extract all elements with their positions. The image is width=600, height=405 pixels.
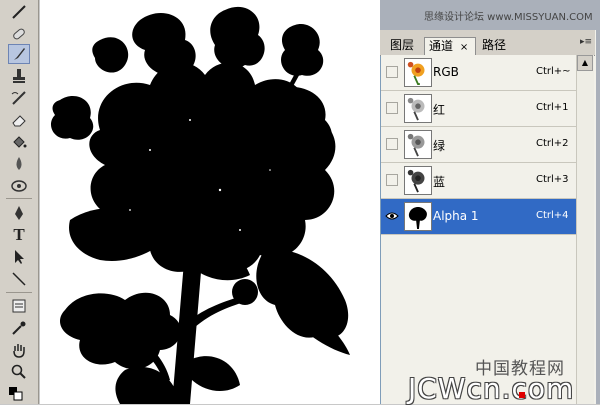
channel-row-red[interactable]: 红 Ctrl+1 <box>381 91 576 127</box>
history-brush-icon[interactable] <box>8 88 30 108</box>
channel-shortcut: Ctrl+1 <box>536 102 569 113</box>
visibility-toggle[interactable] <box>386 66 398 78</box>
channel-row-blue[interactable]: 蓝 Ctrl+3 <box>381 163 576 199</box>
notes-icon[interactable] <box>8 296 30 316</box>
line-icon[interactable] <box>8 269 30 289</box>
document-canvas[interactable] <box>40 0 380 404</box>
channel-name: 蓝 <box>433 175 446 189</box>
channel-name: 红 <box>433 103 446 117</box>
path-select-icon[interactable] <box>8 247 30 267</box>
flower-silhouette-image <box>50 6 350 404</box>
toolbar-divider <box>6 292 32 293</box>
channel-thumbnail <box>404 94 432 123</box>
type-icon[interactable]: T <box>8 225 30 245</box>
tab-close-icon[interactable]: × <box>460 42 468 53</box>
zoom-icon[interactable] <box>8 362 30 382</box>
healing-brush-icon[interactable] <box>8 24 30 44</box>
eyedropper-icon[interactable] <box>8 318 30 338</box>
channel-thumbnail <box>404 130 432 159</box>
channel-name: 绿 <box>433 139 446 153</box>
toolbar-divider <box>6 198 32 199</box>
tools-panel: T <box>0 0 39 404</box>
blur-icon[interactable] <box>8 154 30 174</box>
channel-thumbnail <box>404 202 432 231</box>
scroll-up-arrow-icon[interactable]: ▲ <box>577 55 593 71</box>
tab-channels-label: 通道 <box>429 39 454 53</box>
tab-channels[interactable]: 通道 × <box>424 37 476 56</box>
visibility-toggle[interactable] <box>386 138 398 150</box>
channel-name: Alpha 1 <box>433 209 479 223</box>
watermark-en: JCWcn.com <box>408 372 575 405</box>
tab-paths[interactable]: 路径 <box>478 37 510 54</box>
paint-bucket-icon[interactable] <box>8 132 30 152</box>
channel-thumbnail <box>404 58 432 87</box>
color-swatch-icon[interactable] <box>5 384 27 404</box>
channel-row-green[interactable]: 绿 Ctrl+2 <box>381 127 576 163</box>
channel-shortcut: Ctrl+4 <box>536 210 569 221</box>
panel-menu-icon[interactable]: ▸≡ <box>580 37 592 47</box>
pen-icon[interactable] <box>8 203 30 223</box>
dodge-icon[interactable] <box>8 176 30 196</box>
tab-layers[interactable]: 图层 <box>386 37 418 54</box>
panel-tabs: 图层 通道 × 路径 <box>380 36 595 56</box>
eye-icon[interactable] <box>385 210 399 222</box>
brush-icon[interactable] <box>8 44 30 64</box>
channel-shortcut: Ctrl+2 <box>536 138 569 149</box>
channel-name: RGB <box>433 65 459 79</box>
visibility-toggle[interactable] <box>386 102 398 114</box>
visibility-toggle[interactable] <box>386 174 398 186</box>
stamp-icon[interactable] <box>8 66 30 86</box>
eraser-icon[interactable] <box>8 110 30 130</box>
channel-thumbnail <box>404 166 432 195</box>
channel-shortcut: Ctrl+~ <box>536 66 571 77</box>
channel-row-rgb[interactable]: RGB Ctrl+~ <box>381 55 576 91</box>
watermark-dot <box>519 392 525 398</box>
panel-scrollbar[interactable] <box>576 55 594 404</box>
channel-shortcut: Ctrl+3 <box>536 174 569 185</box>
move-icon[interactable] <box>8 2 30 22</box>
channel-row-alpha1[interactable]: Alpha 1 Ctrl+4 <box>381 199 576 235</box>
watermark-top: 思缘设计论坛 www.MISSYUAN.COM <box>424 12 593 23</box>
hand-icon[interactable] <box>8 340 30 360</box>
